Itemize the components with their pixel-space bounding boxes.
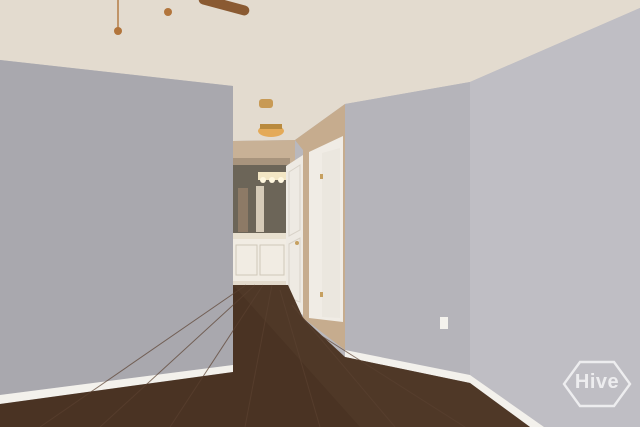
closet-door [322, 148, 340, 318]
room-illustration [0, 0, 640, 427]
door-knob [295, 241, 299, 245]
ceiling-light-base [260, 124, 282, 129]
middle-wall [345, 82, 470, 375]
smoke-detector [259, 99, 273, 108]
wall-outlet [440, 317, 448, 329]
fan-pull-chain-2 [164, 8, 172, 16]
left-wall [0, 60, 233, 395]
room-photo: Hive [0, 0, 640, 427]
vanity-counter [233, 233, 288, 239]
